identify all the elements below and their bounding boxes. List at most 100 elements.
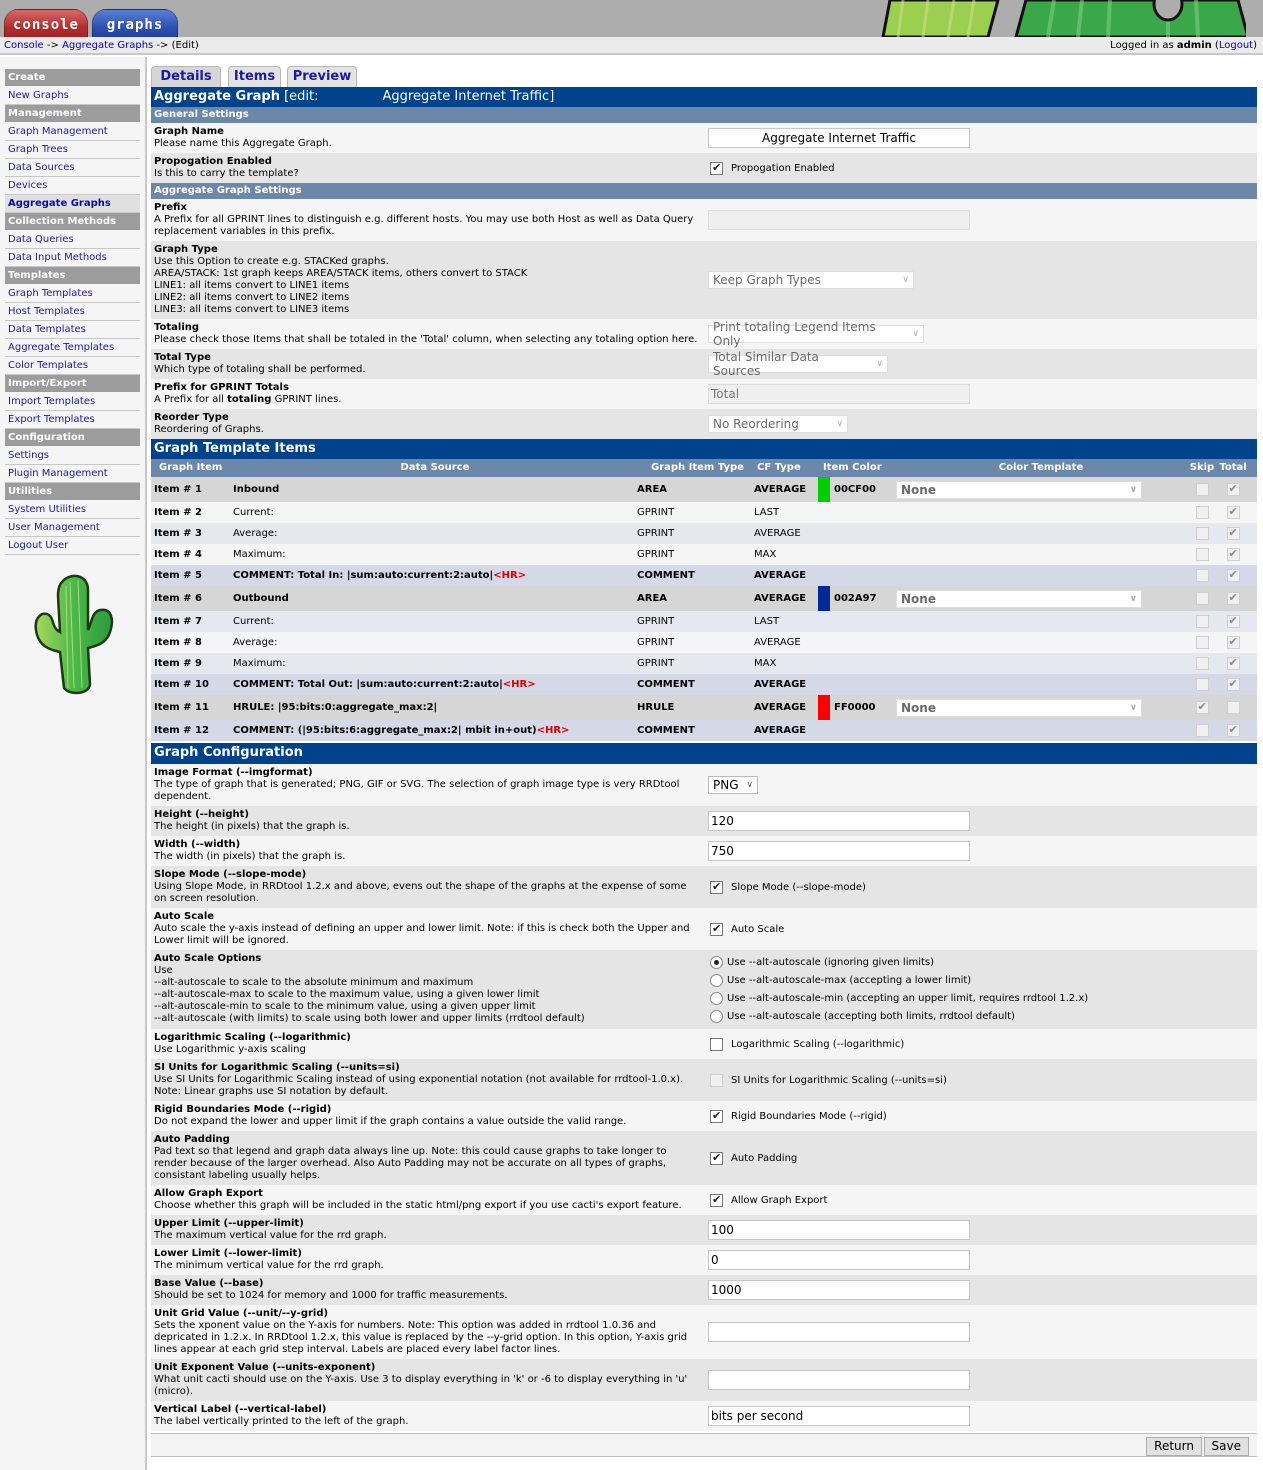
unit-grid-input[interactable] [708,1322,970,1342]
item-row[interactable]: Item # 7 Current: GPRINT LAST [151,611,1257,632]
sidebar-item-link[interactable]: Export Templates [8,414,95,425]
total-checkbox[interactable] [1226,482,1240,496]
height-input[interactable] [708,811,970,831]
si-units-checkbox[interactable] [710,1073,723,1087]
skip-checkbox[interactable] [1195,700,1209,714]
lower-limit-input[interactable] [708,1250,970,1270]
sidebar-item-system-utilities[interactable]: System Utilities [5,501,140,519]
sidebar-item-link[interactable]: Settings [8,450,49,461]
item-number[interactable]: Item # 9 [151,658,233,669]
sidebar-item-link[interactable]: Graph Trees [8,144,68,155]
skip-checkbox[interactable] [1195,615,1209,628]
graphs-tab[interactable]: graphs [92,9,178,37]
skip-checkbox[interactable] [1195,483,1209,496]
sidebar-item-host-templates[interactable]: Host Templates [5,303,140,321]
auto-scale-checkbox[interactable] [710,922,723,936]
export-checkbox[interactable] [710,1193,723,1207]
auto-scale-option[interactable]: Use --alt-autoscale-max (accepting a low… [710,972,971,990]
image-format-select[interactable]: PNG ∨ [708,776,758,794]
tab-preview[interactable]: Preview [287,66,357,87]
sidebar-item-graph-management[interactable]: Graph Management [5,123,140,141]
upper-limit-input[interactable] [708,1220,970,1240]
total-checkbox[interactable] [1226,505,1240,519]
item-row[interactable]: Item # 1 Inbound AREA AVERAGE 00CF00 None ∨ [151,477,1257,502]
rigid-checkbox[interactable] [710,1109,723,1123]
item-number[interactable]: Item # 1 [151,484,233,495]
sidebar-item-settings[interactable]: Settings [5,447,140,465]
sidebar-item-link[interactable]: Graph Management [8,126,108,137]
item-row[interactable]: Item # 3 Average: GPRINT AVERAGE [151,523,1257,544]
item-number[interactable]: Item # 3 [151,528,233,539]
logout-link[interactable]: Logout [1219,40,1253,51]
sidebar-item-data-templates[interactable]: Data Templates [5,321,140,339]
item-number[interactable]: Item # 4 [151,549,233,560]
breadcrumb-aggregate-graphs-link[interactable]: Aggregate Graphs [62,40,153,51]
item-row[interactable]: Item # 8 Average: GPRINT AVERAGE [151,632,1257,653]
sidebar-item-aggregate-templates[interactable]: Aggregate Templates [5,339,140,357]
sidebar-item-color-templates[interactable]: Color Templates [5,357,140,375]
width-input[interactable] [708,841,970,861]
total-checkbox[interactable] [1226,701,1240,714]
total-checkbox[interactable] [1226,656,1240,670]
radio-button[interactable] [710,974,723,987]
sidebar-item-link[interactable]: Graph Templates [8,288,93,299]
breadcrumb-console-link[interactable]: Console [4,40,44,51]
sidebar-item-link[interactable]: Data Queries [8,234,74,245]
item-row[interactable]: Item # 10 COMMENT: Total Out: |sum:auto:c… [151,674,1257,695]
base-value-input[interactable] [708,1280,970,1300]
reorder-select[interactable]: No Reordering ∨ [708,415,848,433]
sidebar-item-data-sources[interactable]: Data Sources [5,159,140,177]
total-checkbox[interactable] [1226,547,1240,561]
total-checkbox[interactable] [1226,635,1240,649]
item-row[interactable]: Item # 5 COMMENT: Total In: |sum:auto:cur… [151,565,1257,586]
total-checkbox[interactable] [1226,614,1240,628]
total-checkbox[interactable] [1226,723,1240,737]
sidebar-item-link[interactable]: Color Templates [8,360,88,371]
sidebar-item-plugin-management[interactable]: Plugin Management [5,465,140,483]
item-number[interactable]: Item # 10 [151,679,233,690]
sidebar-item-link[interactable]: Logout User [8,540,68,551]
sidebar-item-data-queries[interactable]: Data Queries [5,231,140,249]
logarithmic-checkbox[interactable] [710,1037,723,1051]
radio-button[interactable] [710,1010,723,1023]
item-row[interactable]: Item # 11 HRULE: |95:bits:0:aggregate_max… [151,695,1257,720]
item-number[interactable]: Item # 11 [151,702,233,713]
sidebar-item-aggregate-graphs[interactable]: Aggregate Graphs [5,195,140,213]
skip-checkbox[interactable] [1195,592,1209,605]
item-row[interactable]: Item # 4 Maximum: GPRINT MAX [151,544,1257,565]
tab-items[interactable]: Items [228,66,281,87]
totaling-select[interactable]: Print totaling Legend Items Only ∨ [708,320,924,348]
item-row[interactable]: Item # 2 Current: GPRINT LAST [151,502,1257,523]
sidebar-item-devices[interactable]: Devices [5,177,140,195]
sidebar-item-graph-templates[interactable]: Graph Templates [5,285,140,303]
sidebar-item-new-graphs[interactable]: New Graphs [5,87,140,105]
skip-checkbox[interactable] [1195,548,1209,561]
sidebar-item-link[interactable]: Host Templates [8,306,85,317]
total-checkbox[interactable] [1226,568,1240,582]
sidebar-item-link[interactable]: Plugin Management [8,468,108,479]
skip-checkbox[interactable] [1195,506,1209,519]
skip-checkbox[interactable] [1195,636,1209,649]
sidebar-item-data-input-methods[interactable]: Data Input Methods [5,249,140,267]
save-button[interactable]: Save [1203,1437,1249,1456]
color-template-select[interactable]: None ∨ [896,589,1142,608]
total-type-select[interactable]: Total Similar Data Sources ∨ [708,350,888,378]
skip-checkbox[interactable] [1195,657,1209,670]
sidebar-item-link[interactable]: Aggregate Templates [8,342,114,353]
unit-exponent-input[interactable] [708,1370,970,1390]
sidebar-item-link[interactable]: Import Templates [8,396,95,407]
total-checkbox[interactable] [1226,591,1240,605]
item-number[interactable]: Item # 8 [151,637,233,648]
skip-checkbox[interactable] [1195,569,1209,582]
item-row[interactable]: Item # 6 Outbound AREA AVERAGE 002A97 None ∨ [151,586,1257,611]
sidebar-item-export-templates[interactable]: Export Templates [5,411,140,429]
sidebar-item-user-management[interactable]: User Management [5,519,140,537]
skip-checkbox[interactable] [1195,678,1209,691]
skip-checkbox[interactable] [1195,527,1209,540]
item-number[interactable]: Item # 2 [151,507,233,518]
item-number[interactable]: Item # 6 [151,593,233,604]
item-number[interactable]: Item # 7 [151,616,233,627]
prefix-input[interactable] [708,210,970,230]
auto-padding-checkbox[interactable] [710,1151,723,1165]
color-template-select[interactable]: None ∨ [896,698,1142,717]
